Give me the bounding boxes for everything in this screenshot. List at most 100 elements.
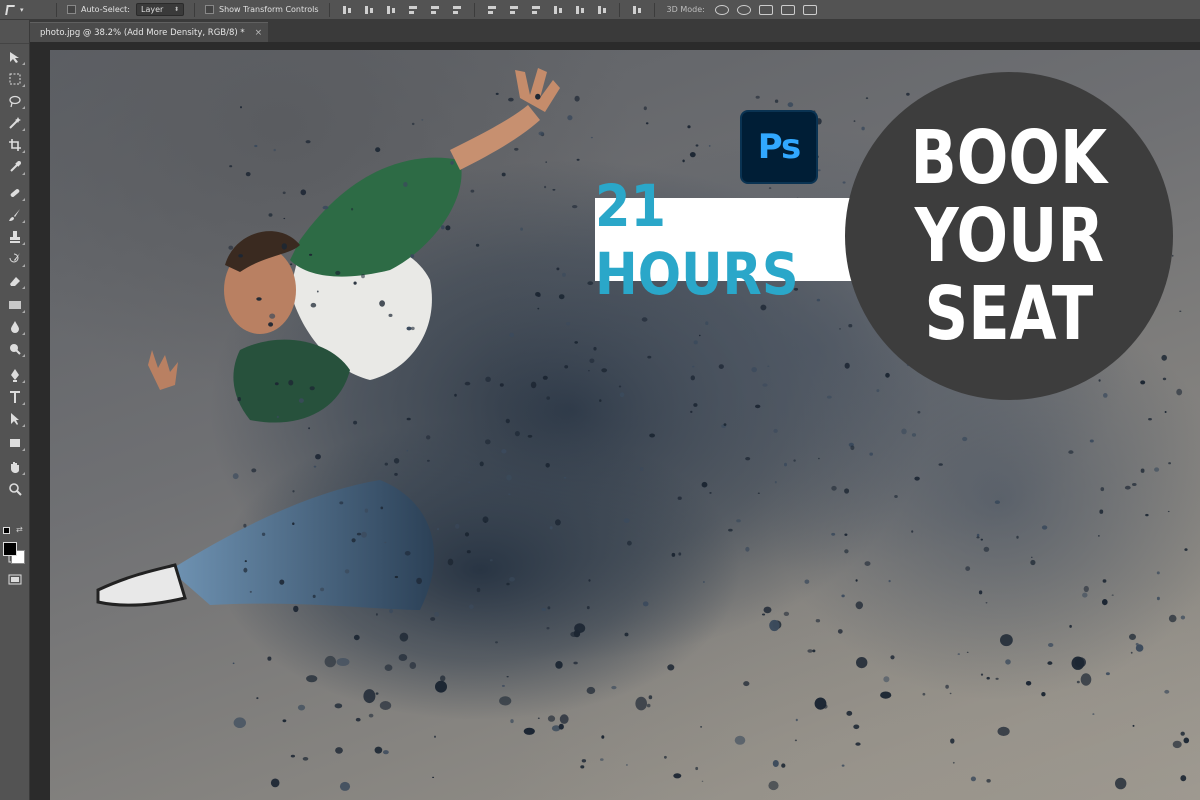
particle xyxy=(298,398,304,403)
particle xyxy=(406,326,412,331)
particle xyxy=(1098,379,1101,382)
hand-tool-button[interactable] xyxy=(5,458,25,476)
marquee-tool-button[interactable] xyxy=(5,70,25,88)
particle xyxy=(232,473,239,480)
particle xyxy=(256,297,262,301)
distribute-left-button[interactable] xyxy=(550,3,566,17)
zoom-tool-button[interactable] xyxy=(5,480,25,498)
3d-pan-icon[interactable] xyxy=(758,4,773,15)
auto-select-target-select[interactable]: Layer ⬍ xyxy=(135,3,184,16)
particle xyxy=(883,676,890,683)
rectangle-tool-button[interactable] xyxy=(5,434,25,452)
particle xyxy=(545,463,550,468)
canvas-area[interactable]: Ps 21 HOURS BOOK YOUR SEAT xyxy=(30,42,1200,800)
chevron-down-icon: ▾ xyxy=(20,5,24,14)
particle xyxy=(506,474,512,481)
healing-brush-button[interactable] xyxy=(5,184,25,202)
distribute-bottom-button[interactable] xyxy=(528,3,544,17)
particle xyxy=(270,778,280,788)
type-tool-button[interactable] xyxy=(5,388,25,406)
eyedropper-button[interactable] xyxy=(5,158,25,176)
crop-tool-button[interactable] xyxy=(5,136,25,154)
move-tool-button[interactable] xyxy=(5,48,25,66)
divider xyxy=(618,2,620,17)
particle xyxy=(709,492,712,494)
gradient-tool-button[interactable] xyxy=(5,296,25,314)
close-icon[interactable]: × xyxy=(255,28,263,38)
particle xyxy=(501,172,506,177)
particle xyxy=(678,552,682,556)
distribute-top-button[interactable] xyxy=(484,3,500,17)
particle xyxy=(1176,388,1183,396)
particle xyxy=(643,106,647,111)
auto-align-button[interactable] xyxy=(629,3,645,17)
particle xyxy=(772,760,779,767)
particle xyxy=(509,577,515,582)
particle xyxy=(450,161,454,165)
show-transform-checkbox[interactable] xyxy=(204,5,214,14)
document-tab[interactable]: photo.jpg @ 38.2% (Add More Density, RGB… xyxy=(30,22,269,42)
distribute-vcenter-button[interactable] xyxy=(506,3,522,17)
particle xyxy=(773,428,778,433)
3d-roll-icon[interactable] xyxy=(736,4,751,15)
particle xyxy=(1025,681,1032,686)
hours-text: 21 HOURS xyxy=(595,171,799,308)
show-transform-option[interactable]: Show Transform Controls xyxy=(201,0,323,20)
options-bar: ▾ Auto-Select: Layer ⬍ Show Transform Co… xyxy=(0,0,1200,20)
particle xyxy=(1124,485,1131,490)
history-brush-button[interactable] xyxy=(5,250,25,268)
tool-group-indicator xyxy=(22,198,25,201)
auto-select-option[interactable]: Auto-Select: Layer ⬍ xyxy=(63,0,188,20)
swap-colors-icon[interactable]: ⇄ xyxy=(16,525,23,534)
tool-group-indicator xyxy=(22,424,25,427)
3d-slide-icon[interactable] xyxy=(780,4,795,15)
align-top-button[interactable] xyxy=(339,3,355,17)
panel-grip[interactable] xyxy=(0,20,29,44)
particle xyxy=(641,317,648,322)
particle xyxy=(906,92,910,96)
distribute-hcenter-button[interactable] xyxy=(572,3,588,17)
3d-scale-icon[interactable] xyxy=(802,4,817,15)
align-top-icon xyxy=(342,5,352,15)
particle xyxy=(949,692,952,695)
particle xyxy=(848,324,853,328)
particle xyxy=(394,472,398,476)
particle xyxy=(469,604,474,609)
particle xyxy=(374,746,383,754)
brush-tool-button[interactable] xyxy=(5,206,25,224)
tool-group-indicator xyxy=(22,84,25,87)
pen-tool-button[interactable] xyxy=(5,366,25,384)
screen-mode-button[interactable] xyxy=(5,570,25,588)
magic-wand-button[interactable] xyxy=(5,114,25,132)
align-left-button[interactable] xyxy=(405,3,421,17)
particle xyxy=(566,322,571,326)
3d-orbit-icon[interactable] xyxy=(714,4,729,15)
cta-line: YOUR xyxy=(914,193,1104,279)
divider xyxy=(473,2,475,17)
default-colors-icon[interactable] xyxy=(3,527,10,534)
screen-mode-icon xyxy=(8,574,22,585)
particle xyxy=(514,431,520,437)
lasso-tool-button[interactable] xyxy=(5,92,25,110)
align-bottom-button[interactable] xyxy=(383,3,399,17)
foreground-color-swatch[interactable] xyxy=(3,542,17,556)
dancer-hand-left xyxy=(148,350,178,390)
align-vcenter-button[interactable] xyxy=(361,3,377,17)
eraser-button[interactable] xyxy=(5,272,25,290)
align-right-button[interactable] xyxy=(449,3,465,17)
particle xyxy=(787,102,794,108)
tool-preset-picker[interactable]: ▾ xyxy=(0,0,50,20)
blur-tool-button[interactable] xyxy=(5,318,25,336)
path-selection-button[interactable] xyxy=(5,410,25,428)
align-hcenter-button[interactable] xyxy=(427,3,443,17)
distribute-right-button[interactable] xyxy=(594,3,610,17)
dodge-tool-button[interactable] xyxy=(5,340,25,358)
document-canvas[interactable]: Ps 21 HOURS BOOK YOUR SEAT xyxy=(50,50,1200,800)
clone-stamp-button[interactable] xyxy=(5,228,25,246)
particle xyxy=(837,629,843,634)
auto-select-checkbox[interactable] xyxy=(67,5,76,14)
history-brush-icon xyxy=(9,253,20,263)
particle xyxy=(356,532,362,536)
particle xyxy=(751,367,757,373)
particle xyxy=(228,245,234,250)
